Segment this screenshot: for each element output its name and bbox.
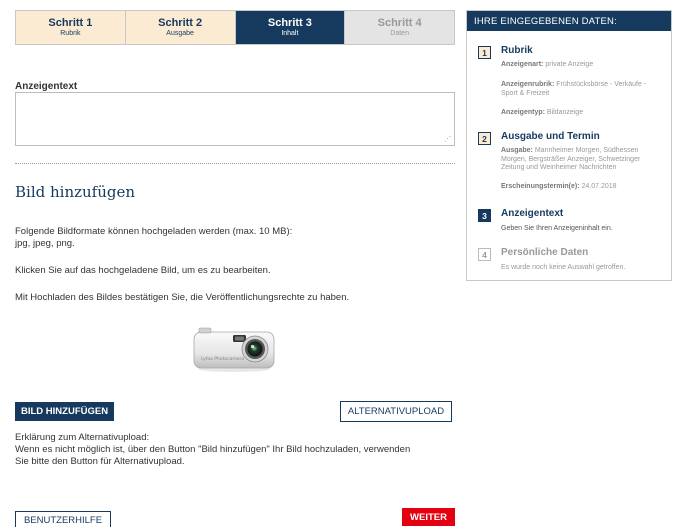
step-3: Schritt 3 Inhalt xyxy=(235,11,346,44)
user-help-button[interactable]: BENUTZERHILFE xyxy=(15,511,111,527)
formats-list: jpg, jpeg, png. xyxy=(15,238,75,249)
step-2[interactable]: Schritt 2 Ausgabe xyxy=(125,11,236,44)
click-hint: Klicken Sie auf das hochgeladene Bild, u… xyxy=(15,265,271,276)
sidebar-step-1-title[interactable]: Rubrik xyxy=(501,45,533,56)
step-2-title: Schritt 2 xyxy=(158,17,203,30)
sidebar-step-2-title[interactable]: Ausgabe und Termin xyxy=(501,131,600,142)
section-divider xyxy=(15,163,455,164)
add-image-button[interactable]: BILD HINZUFÜGEN xyxy=(15,402,115,421)
camera-brand-text: Lyfoo Photocamera xyxy=(201,356,244,362)
step-1-sub: Rubrik xyxy=(60,29,81,37)
step-3-sub: Inhalt xyxy=(281,29,299,37)
sidebar-step-3-title: Anzeigentext xyxy=(501,208,564,219)
step-1[interactable]: Schritt 1 Rubrik xyxy=(16,11,126,44)
step-3-title: Schritt 3 xyxy=(267,17,312,30)
step-4-sub: Daten xyxy=(390,29,409,37)
sidebar-detail: Anzeigenrubrik: Frühstücksbörse - Verkäu… xyxy=(501,81,647,97)
sidebar-detail: Erscheinungstermin(e): 24.07.2018 xyxy=(501,183,617,190)
step-4-title: Schritt 4 xyxy=(377,17,422,30)
summary-sidebar: IHRE EINGEGEBENEN DATEN: 1 Rubrik Anzeig… xyxy=(466,10,672,281)
sidebar-step-1-badge: 1 xyxy=(478,46,491,59)
next-button[interactable]: WEITER xyxy=(402,508,455,526)
sidebar-step-3-desc: Geben Sie Ihren Anzeigeninhalt ein. xyxy=(501,225,613,232)
sidebar-detail: Anzeigenart: private Anzeige xyxy=(501,61,594,68)
step-progress: Schritt 1 Rubrik Schritt 2 Ausgabe Schri… xyxy=(15,10,455,45)
step-2-sub: Ausgabe xyxy=(166,29,194,37)
alt-upload-text-1: Wenn es nicht möglich ist, über den Butt… xyxy=(15,444,411,455)
sidebar-detail: Anzeigentyp: Bildanzeige xyxy=(501,109,584,116)
sidebar-detail: Ausgabe: Mannheimer Morgen, Südhessen Mo… xyxy=(501,147,641,171)
ad-text-input[interactable]: ⋰ xyxy=(15,92,455,146)
ad-text-label: Anzeigentext xyxy=(15,81,78,92)
sidebar-step-4-title: Persönliche Daten xyxy=(501,247,589,258)
sidebar-step-2-badge: 2 xyxy=(478,132,491,145)
step-1-title: Schritt 1 xyxy=(48,17,93,30)
sidebar-step-4-badge: 4 xyxy=(478,248,491,261)
step-4: Schritt 4 Daten xyxy=(345,11,454,44)
formats-text: Folgende Bildformate können hochgeladen … xyxy=(15,226,293,237)
sidebar-step-3-badge: 3 xyxy=(478,209,491,222)
sidebar-header: IHRE EINGEGEBENEN DATEN: xyxy=(467,11,671,31)
image-section-heading: Bild hinzufügen xyxy=(15,183,136,201)
alt-upload-title: Erklärung zum Alternativupload: xyxy=(15,432,150,443)
rights-hint: Mit Hochladen des Bildes bestätigen Sie,… xyxy=(15,292,350,303)
sidebar-step-4-desc: Es wurde noch keine Auswahl getroffen. xyxy=(501,264,626,271)
alternative-upload-button[interactable]: ALTERNATIVUPLOAD xyxy=(340,401,452,422)
camera-image[interactable]: Lyfoo Photocamera xyxy=(191,323,277,373)
alt-upload-text-2: Sie bitte den Button für Alternativuploa… xyxy=(15,456,185,467)
resize-grip-icon[interactable]: ⋰ xyxy=(444,135,451,143)
